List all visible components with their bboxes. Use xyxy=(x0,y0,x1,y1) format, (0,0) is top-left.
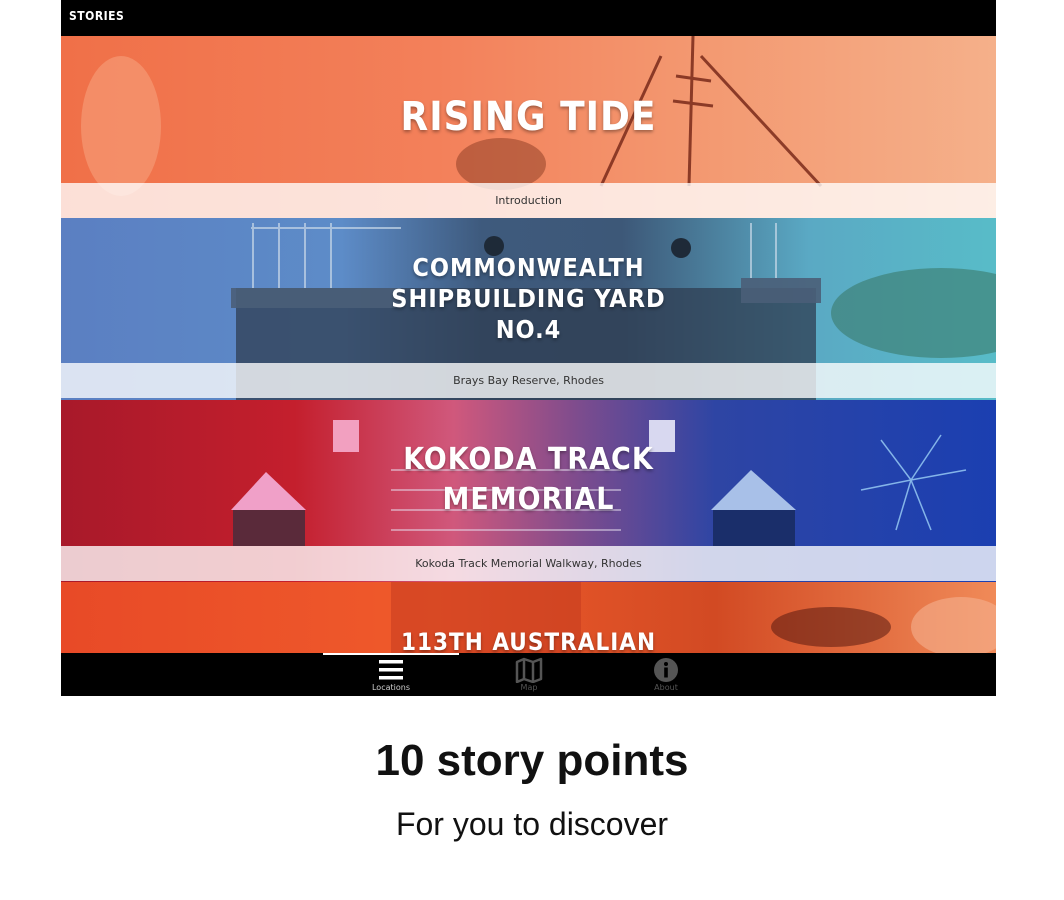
story-title: RISING TIDE xyxy=(400,94,657,140)
story-subtitle: Brays Bay Reserve, Rhodes xyxy=(61,363,996,398)
story-title: KOKODA TRACK MEMORIAL xyxy=(61,440,996,520)
tab-label: About xyxy=(654,683,678,692)
promo-subline: For you to discover xyxy=(395,806,669,842)
story-title: 113TH AUSTRALIAN xyxy=(400,628,657,653)
map-icon xyxy=(515,657,543,683)
tab-map[interactable]: Map xyxy=(474,653,584,696)
story-title-line: SHIPBUILDING YARD xyxy=(391,284,666,313)
story-subtitle: Kokoda Track Memorial Walkway, Rhodes xyxy=(61,546,996,581)
story-title-line: KOKODA TRACK xyxy=(403,442,654,477)
story-title: COMMONWEALTH SHIPBUILDING YARD NO.4 xyxy=(61,252,996,345)
app-title: STORIES xyxy=(69,9,125,23)
story-card-rising-tide[interactable]: RISING TIDE Introduction xyxy=(61,36,996,218)
top-bar: STORIES xyxy=(61,0,996,36)
story-title-line: COMMONWEALTH xyxy=(412,253,645,282)
promo-headline: 10 story points xyxy=(375,736,689,785)
story-card-113th-australian[interactable]: 113TH AUSTRALIAN xyxy=(61,582,996,653)
info-icon xyxy=(654,658,678,682)
list-icon xyxy=(379,660,403,680)
stories-list[interactable]: RISING TIDE Introduction COMMONWEALTH SH… xyxy=(61,36,996,653)
tab-label: Locations xyxy=(371,683,410,692)
tab-about[interactable]: About xyxy=(611,653,721,696)
tab-locations[interactable]: Locations xyxy=(336,653,446,696)
story-subtitle: Introduction xyxy=(61,183,996,218)
story-title-line: NO.4 xyxy=(495,315,562,344)
tab-label: Map xyxy=(520,683,538,692)
story-card-shipbuilding-yard[interactable]: COMMONWEALTH SHIPBUILDING YARD NO.4 Bray… xyxy=(61,218,996,400)
bottom-tab-bar: Locations Map About xyxy=(61,653,996,696)
story-title-line: MEMORIAL xyxy=(442,482,615,517)
app-screen: STORIES RISING TIDE Introduction COMMONW… xyxy=(61,0,996,696)
story-card-kokoda-track[interactable]: KOKODA TRACK MEMORIAL Kokoda Track Memor… xyxy=(61,400,996,582)
